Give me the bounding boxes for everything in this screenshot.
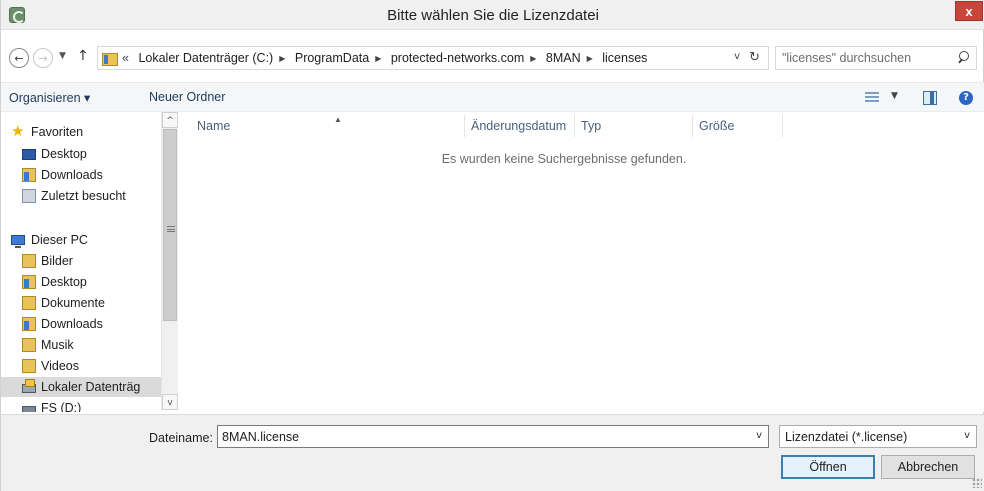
sidebar-item-label: Bilder bbox=[41, 254, 73, 268]
desktop-folder-icon bbox=[22, 275, 36, 289]
filename-input[interactable] bbox=[218, 426, 748, 447]
title-bar: Bitte wählen Sie die Lizenzdatei x bbox=[1, 0, 984, 30]
sidebar-item-label: Downloads bbox=[41, 168, 103, 182]
breadcrumb-item-c[interactable]: Lokaler Datenträger (C:) bbox=[138, 51, 273, 65]
downloads-folder-icon bbox=[22, 317, 36, 331]
sidebar-item-this-pc[interactable]: Dieser PC bbox=[1, 230, 161, 250]
sidebar-item-label: Lokaler Datenträg bbox=[41, 380, 141, 394]
videos-folder-icon bbox=[22, 359, 36, 373]
sidebar-item-documents[interactable]: Dokumente bbox=[1, 293, 161, 313]
breadcrumb-separator-icon[interactable]: ▶ bbox=[530, 54, 536, 63]
sidebar-item-music[interactable]: Musik bbox=[1, 335, 161, 355]
filename-combobox[interactable]: v bbox=[217, 425, 769, 448]
organize-button[interactable]: Organisieren ▾ bbox=[9, 90, 90, 105]
breadcrumb: « Lokaler Datenträger (C:) ▶ ProgramData ▶… bbox=[122, 51, 647, 65]
sort-ascending-icon: ▲ bbox=[334, 115, 342, 124]
local-disk-icon bbox=[22, 379, 36, 393]
scroll-up-button[interactable]: ^ bbox=[162, 112, 178, 128]
star-icon: ★ bbox=[11, 123, 25, 140]
sidebar-item-desktop-pc[interactable]: Desktop bbox=[1, 272, 161, 292]
navigation-pane: ★ Favoriten Desktop Downloads Zuletzt be… bbox=[1, 112, 179, 412]
filename-label: Dateiname: bbox=[149, 431, 213, 445]
breadcrumb-item-licenses[interactable]: licenses bbox=[602, 51, 647, 65]
music-folder-icon bbox=[22, 338, 36, 352]
sidebar-scrollbar[interactable]: ^ v bbox=[161, 112, 178, 410]
filetype-dropdown-icon[interactable]: v bbox=[964, 430, 970, 441]
cancel-button[interactable]: Abbrechen bbox=[881, 455, 975, 479]
sidebar-item-videos[interactable]: Videos bbox=[1, 356, 161, 376]
resize-grip-icon[interactable] bbox=[972, 478, 982, 488]
sidebar-item-desktop[interactable]: Desktop bbox=[1, 144, 161, 164]
address-bar[interactable]: « Lokaler Datenträger (C:) ▶ ProgramData ▶… bbox=[97, 46, 769, 70]
search-box[interactable] bbox=[775, 46, 977, 70]
breadcrumb-item-8man[interactable]: 8MAN bbox=[546, 51, 581, 65]
scrollbar-thumb[interactable] bbox=[163, 129, 177, 321]
toolbar: Organisieren ▾ Neuer Ordner ▼ ? bbox=[1, 82, 984, 112]
column-label: Name bbox=[197, 119, 231, 133]
sidebar-item-label: Videos bbox=[41, 359, 79, 373]
recent-places-icon bbox=[22, 189, 36, 203]
breadcrumb-overflow[interactable]: « bbox=[122, 51, 129, 65]
view-options-icon[interactable] bbox=[865, 92, 879, 104]
empty-message: Es wurden keine Suchergebnisse gefunden. bbox=[441, 152, 687, 166]
address-row: ← → ▼ ↑ « Lokaler Datenträger (C:) ▶ Prog… bbox=[1, 46, 984, 72]
network-drive-icon bbox=[22, 406, 36, 412]
grip-icon bbox=[167, 226, 175, 232]
sidebar-item-label: Dieser PC bbox=[31, 233, 88, 247]
sidebar-item-pictures[interactable]: Bilder bbox=[1, 251, 161, 271]
filetype-value: Lizenzdatei (*.license) bbox=[785, 430, 908, 444]
breadcrumb-separator-icon[interactable]: ▶ bbox=[375, 54, 381, 63]
file-open-dialog: Bitte wählen Sie die Lizenzdatei x ← → ▼… bbox=[0, 0, 984, 491]
breadcrumb-separator-icon[interactable]: ▶ bbox=[279, 54, 285, 63]
dialog-footer: Dateiname: v Lizenzdatei (*.license) v Ö… bbox=[1, 414, 984, 491]
computer-icon bbox=[11, 235, 25, 248]
search-icon[interactable] bbox=[956, 50, 970, 64]
sidebar-item-label: Zuletzt besucht bbox=[41, 189, 126, 203]
recent-locations-chevron-icon[interactable]: ▼ bbox=[59, 51, 66, 61]
sidebar-item-label: Desktop bbox=[41, 275, 87, 289]
sidebar-item-label: Dokumente bbox=[41, 296, 105, 310]
window-title: Bitte wählen Sie die Lizenzdatei bbox=[387, 7, 599, 24]
refresh-icon[interactable]: ↻ bbox=[749, 50, 760, 65]
scroll-down-button[interactable]: v bbox=[162, 394, 178, 410]
preview-pane-icon[interactable] bbox=[923, 91, 937, 105]
view-dropdown-icon[interactable]: ▼ bbox=[891, 91, 898, 101]
filetype-select[interactable]: Lizenzdatei (*.license) v bbox=[779, 425, 977, 448]
file-list: Name ▲ Änderungsdatum Typ Größe Es wurde… bbox=[179, 112, 984, 412]
sidebar-item-downloads[interactable]: Downloads bbox=[1, 165, 161, 185]
sidebar-item-label: FS (D:) bbox=[41, 401, 82, 412]
column-header-name[interactable]: Name ▲ bbox=[191, 115, 465, 137]
folder-icon bbox=[102, 51, 118, 66]
documents-folder-icon bbox=[22, 296, 36, 310]
address-dropdown-icon[interactable]: v bbox=[734, 51, 740, 62]
new-folder-button[interactable]: Neuer Ordner bbox=[149, 90, 225, 104]
sidebar-item-recent[interactable]: Zuletzt besucht bbox=[1, 186, 161, 206]
pictures-folder-icon bbox=[22, 254, 36, 268]
forward-button[interactable]: → bbox=[33, 48, 53, 68]
sidebar-item-downloads-pc[interactable]: Downloads bbox=[1, 314, 161, 334]
sidebar-item-label: Musik bbox=[41, 338, 74, 352]
downloads-folder-icon bbox=[22, 168, 36, 182]
up-button[interactable]: ↑ bbox=[77, 48, 89, 64]
filename-dropdown-icon[interactable]: v bbox=[756, 430, 762, 441]
sidebar-item-local-disk[interactable]: Lokaler Datenträg bbox=[1, 377, 161, 397]
sidebar-item-favorites[interactable]: ★ Favoriten bbox=[1, 122, 161, 142]
help-icon[interactable]: ? bbox=[959, 91, 973, 105]
breadcrumb-item-protected-networks[interactable]: protected-networks.com bbox=[391, 51, 524, 65]
back-button[interactable]: ← bbox=[9, 48, 29, 68]
sidebar-item-drive-d[interactable]: FS (D:) bbox=[1, 398, 161, 412]
column-header-date[interactable]: Änderungsdatum bbox=[465, 115, 575, 137]
column-header-size[interactable]: Größe bbox=[693, 115, 783, 137]
breadcrumb-separator-icon[interactable]: ▶ bbox=[587, 54, 593, 63]
column-header-type[interactable]: Typ bbox=[575, 115, 693, 137]
desktop-icon bbox=[22, 149, 36, 160]
search-input[interactable] bbox=[776, 47, 952, 69]
sidebar-item-label: Desktop bbox=[41, 147, 87, 161]
breadcrumb-item-programdata[interactable]: ProgramData bbox=[295, 51, 369, 65]
close-button[interactable]: x bbox=[955, 1, 983, 21]
sidebar-item-label: Downloads bbox=[41, 317, 103, 331]
sidebar-item-label: Favoriten bbox=[31, 125, 84, 139]
open-button[interactable]: Öffnen bbox=[781, 455, 875, 479]
